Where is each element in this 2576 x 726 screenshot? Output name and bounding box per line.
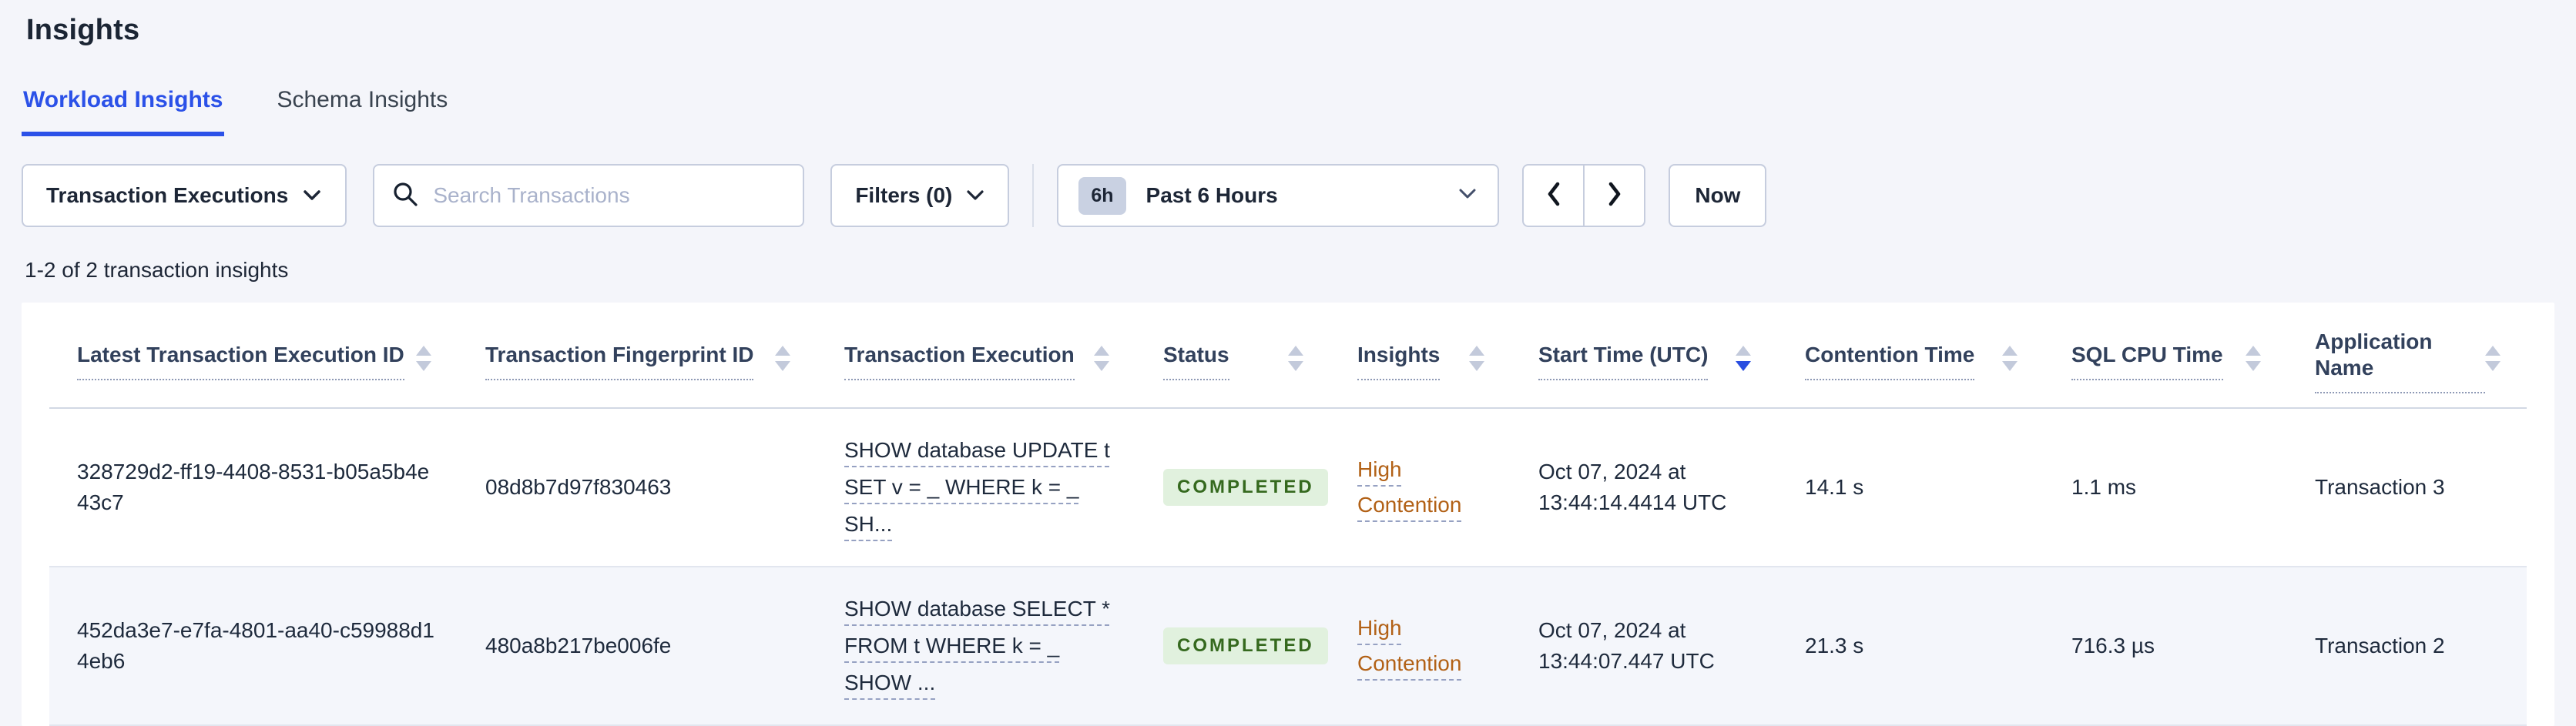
insights-table-card: Latest Transaction Execution ID Transact… [22, 303, 2554, 726]
transaction-execution-link[interactable]: SHOW database SELECT * FROM t WHERE k = … [844, 597, 1110, 694]
sort-icon [775, 345, 790, 377]
transaction-execution-link[interactable]: SHOW database UPDATE t SET v = _ WHERE k… [844, 438, 1110, 536]
column-header-contention-time[interactable]: Contention Time [1777, 303, 2044, 409]
column-header-transaction-fingerprint-id[interactable]: Transaction Fingerprint ID [458, 303, 817, 409]
time-range-step-buttons [1522, 164, 1646, 227]
time-range-prev-button[interactable] [1522, 164, 1585, 227]
sort-icon [2002, 345, 2018, 377]
chevron-left-icon [1545, 180, 1563, 212]
column-header-status[interactable]: Status [1135, 303, 1330, 409]
toolbar: Transaction Executions Filters (0) 6h Pa… [22, 164, 2554, 227]
search-icon [391, 180, 419, 212]
tab-workload-insights-label: Workload Insights [23, 87, 223, 112]
insights-table: Latest Transaction Execution ID Transact… [49, 303, 2527, 726]
application-name-cell: Transaction 3 [2315, 475, 2445, 499]
column-header-transaction-execution[interactable]: Transaction Execution [817, 303, 1135, 409]
time-range-badge: 6h [1078, 176, 1126, 215]
tab-schema-insights[interactable]: Schema Insights [275, 87, 449, 136]
insights-page: Insights Workload Insights Schema Insigh… [0, 0, 2576, 726]
table-row: 328729d2-ff19-4408-8531-b05a5b4e43c7 08d… [49, 408, 2527, 567]
table-row: 452da3e7-e7fa-4801-aa40-c59988d14eb6 480… [49, 567, 2527, 725]
high-contention-link[interactable]: High Contention [1357, 616, 1461, 675]
fingerprint-id-cell: 480a8b217be006fe [485, 634, 672, 657]
column-header-insights[interactable]: Insights [1330, 303, 1511, 409]
transaction-execution-cell: SHOW database UPDATE t SET v = _ WHERE k… [817, 408, 1135, 567]
status-cell: COMPLETED [1135, 408, 1330, 567]
filters-button[interactable]: Filters (0) [830, 164, 1010, 227]
column-header-application-name[interactable]: Application Name [2287, 303, 2527, 409]
sort-icon-active [1736, 345, 1751, 377]
execution-type-dropdown[interactable]: Transaction Executions [22, 164, 347, 227]
sort-icon [2246, 345, 2261, 377]
sort-icon [416, 345, 431, 377]
time-range-label: Past 6 Hours [1145, 183, 1278, 207]
tab-workload-insights[interactable]: Workload Insights [22, 87, 225, 136]
filters-button-label: Filters (0) [855, 183, 953, 207]
chevron-down-icon [966, 189, 984, 202]
insights-cell: High Contention [1330, 567, 1511, 725]
execution-type-dropdown-label: Transaction Executions [46, 183, 289, 207]
sql-cpu-time-cell: 1.1 ms [2071, 475, 2137, 499]
column-header-start-time[interactable]: Start Time (UTC) [1511, 303, 1777, 409]
column-header-latest-transaction-execution-id[interactable]: Latest Transaction Execution ID [49, 303, 458, 409]
column-header-sql-cpu-time[interactable]: SQL CPU Time [2044, 303, 2287, 409]
sort-icon [1288, 345, 1303, 377]
status-badge: COMPLETED [1163, 469, 1328, 506]
chevron-down-icon [302, 189, 322, 202]
execution-id-cell: 452da3e7-e7fa-4801-aa40-c59988d14eb6 [77, 618, 434, 673]
execution-id-cell: 328729d2-ff19-4408-8531-b05a5b4e43c7 [77, 460, 430, 514]
insights-cell: High Contention [1330, 408, 1511, 567]
chevron-right-icon [1605, 180, 1624, 212]
now-button[interactable]: Now [1669, 164, 1767, 227]
results-summary: 1-2 of 2 transaction insights [25, 258, 289, 282]
sql-cpu-time-cell: 716.3 µs [2071, 634, 2155, 657]
table-header-row: Latest Transaction Execution ID Transact… [49, 303, 2527, 409]
tab-schema-insights-label: Schema Insights [277, 87, 448, 112]
start-time-cell: Oct 07, 2024 at 13:44:14.4414 UTC [1538, 460, 1727, 514]
start-time-cell: Oct 07, 2024 at 13:44:07.447 UTC [1538, 618, 1715, 673]
now-button-label: Now [1695, 183, 1741, 207]
tab-bar: Workload Insights Schema Insights [22, 87, 2554, 136]
search-input[interactable] [433, 183, 787, 208]
chevron-down-icon [1457, 187, 1478, 205]
toolbar-divider [1032, 164, 1035, 227]
sort-icon [1094, 345, 1109, 377]
time-range-next-button[interactable] [1584, 164, 1646, 227]
search-box[interactable] [373, 164, 805, 227]
high-contention-link[interactable]: High Contention [1357, 457, 1461, 517]
transaction-execution-cell: SHOW database SELECT * FROM t WHERE k = … [817, 567, 1135, 725]
status-cell: COMPLETED [1135, 567, 1330, 725]
contention-time-cell: 14.1 s [1805, 475, 1864, 499]
fingerprint-id-cell: 08d8b7d97f830463 [485, 475, 672, 499]
sort-icon [1469, 345, 1484, 377]
page-title: Insights [26, 14, 140, 46]
application-name-cell: Transaction 2 [2315, 634, 2445, 657]
sort-icon [2485, 345, 2501, 377]
time-range-picker[interactable]: 6h Past 6 Hours [1057, 164, 1500, 227]
contention-time-cell: 21.3 s [1805, 634, 1864, 657]
